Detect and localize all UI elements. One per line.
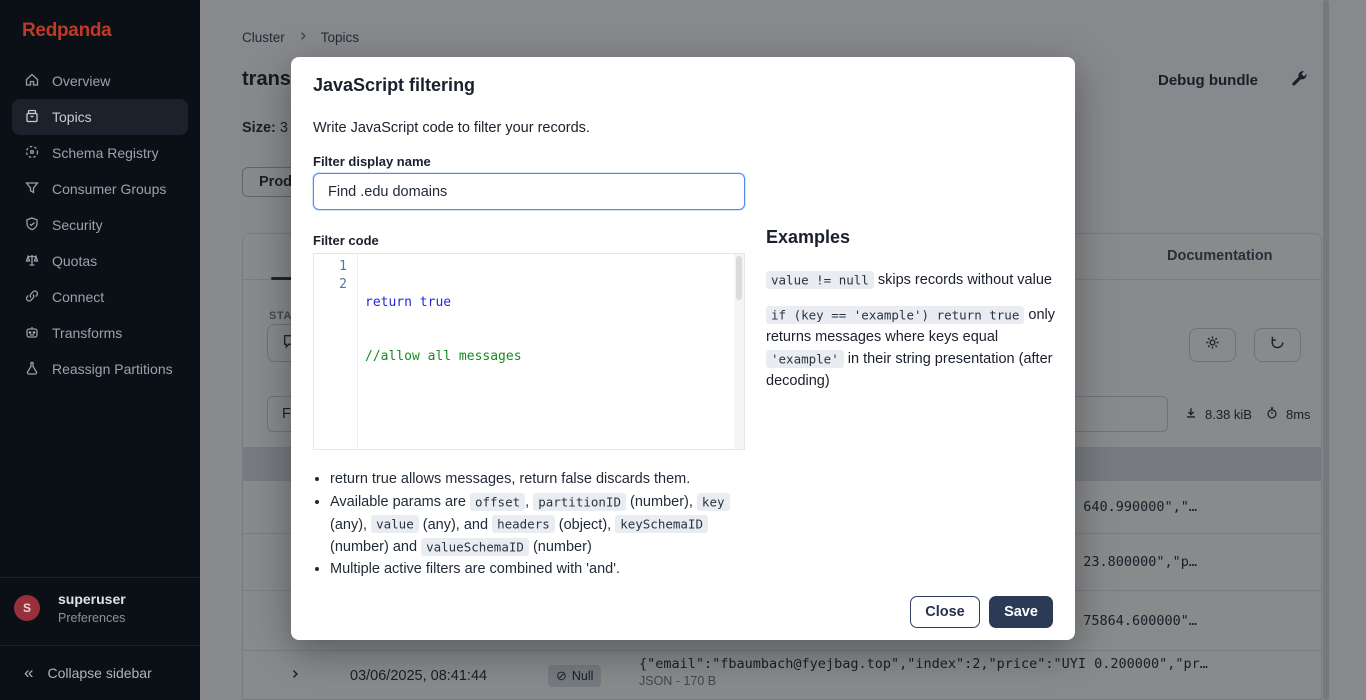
app-root: Redpanda Overview Topics Schema Registry… [0, 0, 1366, 700]
modal-description: Write JavaScript code to filter your rec… [313, 120, 590, 136]
scales-icon [24, 252, 40, 271]
schema-registry-icon [24, 144, 40, 163]
avatar: S [14, 595, 40, 621]
close-button[interactable]: Close [910, 596, 980, 628]
robot-icon [24, 324, 40, 343]
sidebar-item-label: Consumer Groups [52, 181, 166, 197]
editor-scrollbar[interactable] [734, 254, 744, 449]
code-editor[interactable]: 1 2 return true //allow all messages [313, 253, 745, 450]
sidebar-item-security[interactable]: Security [12, 207, 188, 243]
inline-code-chip: offset [470, 493, 525, 511]
inline-code-chip: value [371, 515, 419, 533]
line-number: 2 [314, 276, 347, 294]
example-item: value != null skips records without valu… [766, 269, 1056, 292]
inline-code-chip: if (key == 'example') return true [766, 306, 1024, 324]
modal-title: JavaScript filtering [313, 75, 475, 96]
note-item: Available params are offset, partitionID… [330, 491, 753, 559]
inline-code-chip: valueSchemaID [421, 538, 529, 556]
sidebar-item-topics[interactable]: Topics [12, 99, 188, 135]
inline-code-chip: value != null [766, 271, 874, 289]
editor-scrollbar-thumb[interactable] [736, 256, 742, 300]
example-item: if (key == 'example') return true only r… [766, 304, 1056, 392]
filter-name-label: Filter display name [313, 154, 431, 169]
flask-icon [24, 360, 40, 379]
code-line: return true [365, 294, 734, 312]
sidebar: Redpanda Overview Topics Schema Registry… [0, 0, 200, 700]
sidebar-item-label: Quotas [52, 253, 97, 269]
sidebar-item-label: Schema Registry [52, 145, 159, 161]
preferences-link[interactable]: Preferences [58, 611, 125, 625]
sidebar-item-label: Transforms [52, 325, 122, 341]
line-number: 1 [314, 258, 347, 276]
save-button[interactable]: Save [989, 596, 1053, 628]
sidebar-item-schema-registry[interactable]: Schema Registry [12, 135, 188, 171]
user-name: superuser [58, 591, 126, 607]
collapse-sidebar-button[interactable]: « Collapse sidebar [24, 663, 152, 683]
line-number-gutter: 1 2 [314, 254, 358, 449]
sidebar-item-label: Security [52, 217, 103, 233]
collapse-label: Collapse sidebar [47, 665, 151, 681]
inline-code-chip: headers [492, 515, 555, 533]
inline-code-chip: partitionID [533, 493, 626, 511]
code-line: //allow all messages [365, 348, 734, 366]
filter-code-label: Filter code [313, 233, 379, 248]
sidebar-item-reassign-partitions[interactable]: Reassign Partitions [12, 351, 188, 387]
note-item: return true allows messages, return fals… [330, 469, 753, 491]
chevron-double-left-icon: « [24, 663, 33, 683]
sidebar-item-connect[interactable]: Connect [12, 279, 188, 315]
shield-icon [24, 216, 40, 235]
filter-notes: return true allows messages, return fals… [313, 469, 753, 581]
sidebar-item-quotas[interactable]: Quotas [12, 243, 188, 279]
javascript-filtering-modal: JavaScript filtering Write JavaScript co… [291, 57, 1075, 640]
link-icon [24, 288, 40, 307]
inline-code-chip: 'example' [766, 350, 844, 368]
topics-icon [24, 108, 40, 127]
divider [0, 645, 200, 646]
sidebar-item-label: Topics [52, 109, 92, 125]
filter-name-input[interactable]: Find .edu domains [313, 173, 745, 210]
sidebar-item-transforms[interactable]: Transforms [12, 315, 188, 351]
sidebar-item-label: Reassign Partitions [52, 361, 173, 377]
sidebar-item-label: Connect [52, 289, 104, 305]
examples-heading: Examples [766, 227, 850, 248]
funnel-icon [24, 180, 40, 199]
inline-code-chip: key [697, 493, 730, 511]
redpanda-logo: Redpanda [22, 20, 111, 42]
divider [0, 577, 200, 578]
sidebar-item-consumer-groups[interactable]: Consumer Groups [12, 171, 188, 207]
home-icon [24, 72, 40, 91]
sidebar-item-overview[interactable]: Overview [12, 63, 188, 99]
code-area[interactable]: return true //allow all messages [359, 254, 734, 449]
sidebar-item-label: Overview [52, 73, 110, 89]
note-item: Multiple active filters are combined wit… [330, 559, 753, 581]
inline-code-chip: keySchemaID [615, 515, 708, 533]
